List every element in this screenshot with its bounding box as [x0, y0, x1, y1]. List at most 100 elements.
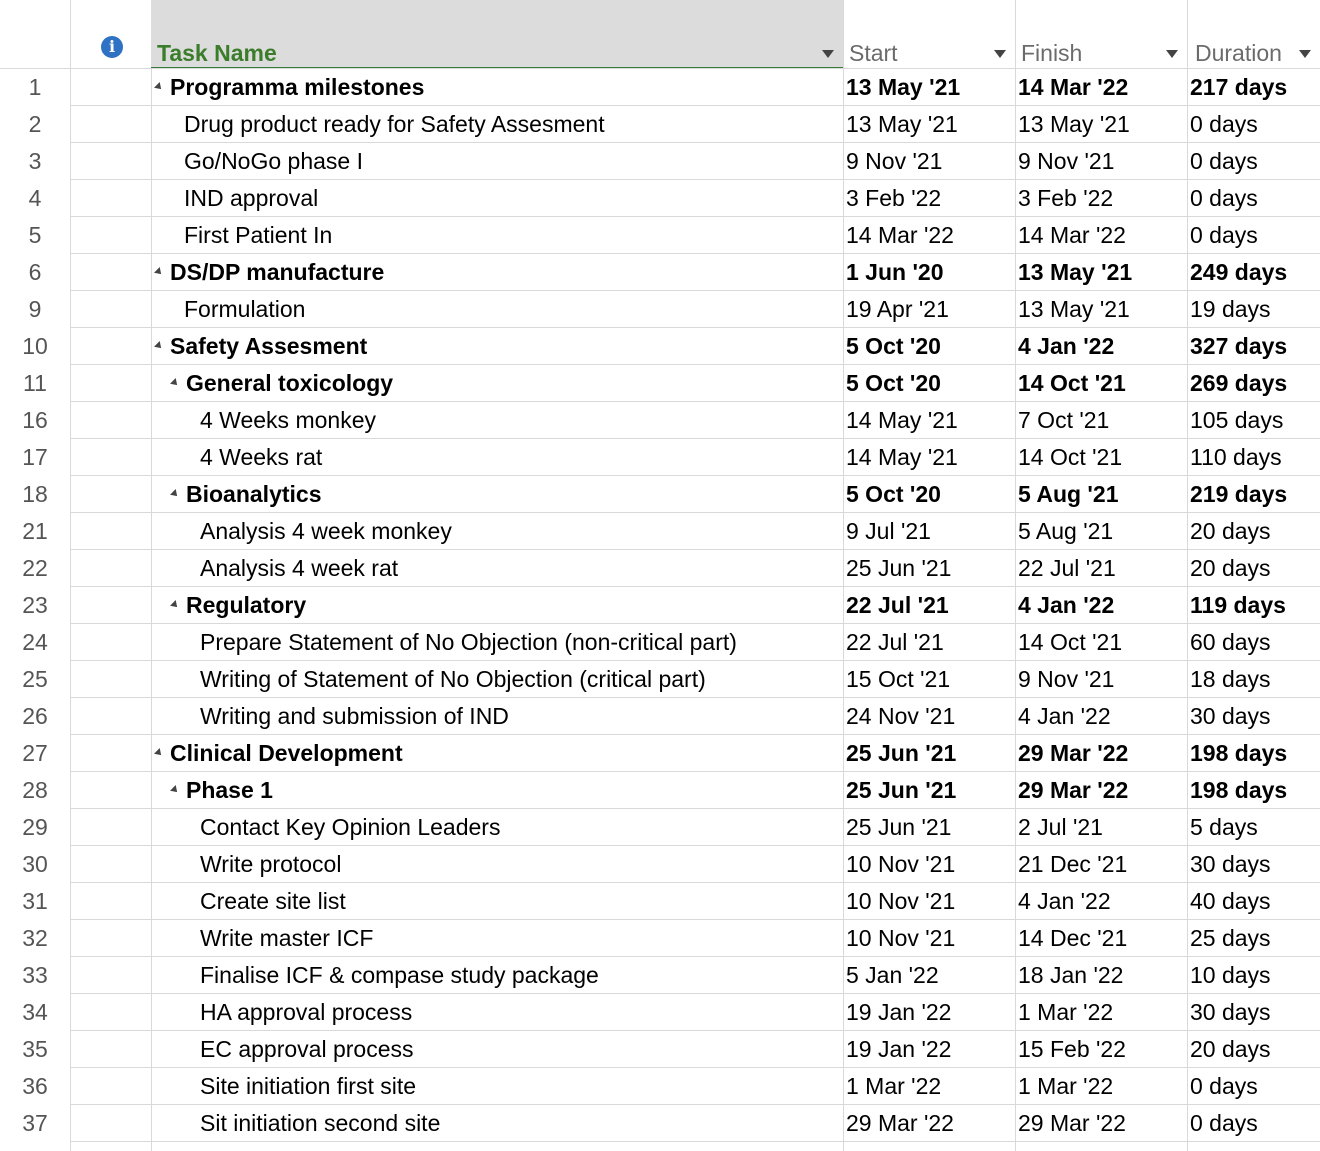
duration-cell[interactable]: 198 days — [1187, 772, 1320, 809]
start-date-cell[interactable]: 5 Jan '22 — [843, 957, 1015, 994]
task-row[interactable]: 29 Contact Key Opinion Leaders 25 Jun '21 2… — [0, 809, 1320, 846]
start-date-cell[interactable]: 5 Oct '20 — [843, 476, 1015, 513]
row-id[interactable]: 29 — [0, 809, 70, 846]
finish-date-cell[interactable]: 13 May '21 — [1015, 254, 1187, 291]
duration-cell[interactable]: 30 days — [1187, 994, 1320, 1031]
task-row[interactable]: 33 Finalise ICF & compase study package 5 … — [0, 957, 1320, 994]
summary-task-row[interactable]: 27 Clinical Development 25 Jun '21 29 Mar '… — [0, 735, 1320, 772]
start-date-cell[interactable]: 15 Oct '21 — [843, 661, 1015, 698]
start-date-cell[interactable]: 22 Jul '21 — [843, 624, 1015, 661]
collapse-triangle-icon[interactable] — [154, 81, 164, 92]
row-id[interactable]: 25 — [0, 661, 70, 698]
task-name-cell[interactable]: IND approval — [151, 180, 843, 217]
start-date-cell[interactable]: 10 Nov '21 — [843, 920, 1015, 957]
task-name-cell[interactable]: Go/NoGo phase I — [151, 143, 843, 180]
task-row[interactable]: 25 Writing of Statement of No Objection (… — [0, 661, 1320, 698]
task-name-cell[interactable]: General toxicology — [151, 365, 843, 402]
task-row[interactable]: 21 Analysis 4 week monkey 9 Jul '21 5 Aug '… — [0, 513, 1320, 550]
row-id[interactable]: 9 — [0, 291, 70, 328]
duration-cell[interactable]: 18 days — [1187, 661, 1320, 698]
task-row[interactable]: 31 Create site list 10 Nov '21 4 Jan '22 40 … — [0, 883, 1320, 920]
row-id[interactable]: 22 — [0, 550, 70, 587]
task-name-cell[interactable]: DS/DP manufacture — [151, 254, 843, 291]
summary-task-row[interactable]: 10 Safety Assesment 5 Oct '20 4 Jan '22 327 … — [0, 328, 1320, 365]
finish-date-cell[interactable]: 14 Oct '21 — [1015, 439, 1187, 476]
duration-cell[interactable]: 0 days — [1187, 180, 1320, 217]
summary-task-row[interactable]: 23 Regulatory 22 Jul '21 4 Jan '22 119 days — [0, 587, 1320, 624]
row-id[interactable]: 37 — [0, 1105, 70, 1142]
finish-date-cell[interactable]: 4 Jan '22 — [1015, 587, 1187, 624]
task-name-header[interactable]: Task Name — [157, 38, 277, 68]
duration-cell[interactable]: 249 days — [1187, 254, 1320, 291]
task-row[interactable]: 30 Write protocol 10 Nov '21 21 Dec '21 30 d… — [0, 846, 1320, 883]
duration-cell[interactable]: 105 days — [1187, 402, 1320, 439]
row-id[interactable]: 17 — [0, 439, 70, 476]
task-name-cell[interactable]: Analysis 4 week monkey — [151, 513, 843, 550]
task-name-cell[interactable]: Programma milestones — [151, 69, 843, 106]
row-id[interactable]: 6 — [0, 254, 70, 291]
info-icon[interactable]: i — [101, 36, 123, 58]
task-row[interactable]: 3 Go/NoGo phase I9 Nov '21 9 Nov '21 0 days — [0, 143, 1320, 180]
start-date-cell[interactable]: 29 Mar '22 — [843, 1105, 1015, 1142]
start-date-cell[interactable]: 19 Jan '22 — [843, 994, 1015, 1031]
task-name-cell[interactable]: Bioanalytics — [151, 476, 843, 513]
summary-task-row[interactable]: 18 Bioanalytics 5 Oct '20 5 Aug '21 219 days — [0, 476, 1320, 513]
task-name-cell[interactable]: Sit initiation second site — [151, 1105, 843, 1142]
collapse-triangle-icon[interactable] — [170, 784, 180, 795]
task-row[interactable]: 34 HA approval process 19 Jan '22 1 Mar '22… — [0, 994, 1320, 1031]
start-date-cell[interactable]: 13 May '21 — [843, 69, 1015, 106]
collapse-triangle-icon[interactable] — [154, 266, 164, 277]
start-date-cell[interactable]: 3 Feb '22 — [843, 180, 1015, 217]
start-date-cell[interactable]: 25 Jun '21 — [843, 550, 1015, 587]
finish-date-cell[interactable]: 5 Aug '21 — [1015, 476, 1187, 513]
finish-date-cell[interactable]: 2 Jul '21 — [1015, 809, 1187, 846]
finish-date-cell[interactable]: 4 Jan '22 — [1015, 698, 1187, 735]
task-name-cell[interactable]: Contact Key Opinion Leaders — [151, 809, 843, 846]
task-row[interactable]: 17 4 Weeks rat 14 May '21 14 Oct '21 110 day… — [0, 439, 1320, 476]
start-date-cell[interactable]: 9 Nov '21 — [843, 143, 1015, 180]
finish-date-cell[interactable]: 14 Mar '22 — [1015, 217, 1187, 254]
task-name-cell[interactable]: Write protocol — [151, 846, 843, 883]
row-id[interactable]: 10 — [0, 328, 70, 365]
finish-date-cell[interactable]: 3 Feb '22 — [1015, 180, 1187, 217]
start-date-cell[interactable]: 10 Nov '21 — [843, 846, 1015, 883]
row-id[interactable]: 18 — [0, 476, 70, 513]
row-id[interactable]: 5 — [0, 217, 70, 254]
summary-task-row[interactable]: 11 General toxicology 5 Oct '20 14 Oct '21 2… — [0, 365, 1320, 402]
duration-cell[interactable]: 20 days — [1187, 1031, 1320, 1068]
duration-cell[interactable]: 10 days — [1187, 957, 1320, 994]
finish-date-cell[interactable]: 13 May '21 — [1015, 291, 1187, 328]
row-id[interactable]: 34 — [0, 994, 70, 1031]
finish-date-cell[interactable]: 4 Jan '22 — [1015, 883, 1187, 920]
task-row[interactable]: 22 Analysis 4 week rat 25 Jun '21 22 Jul '2… — [0, 550, 1320, 587]
row-id[interactable]: 32 — [0, 920, 70, 957]
duration-header[interactable]: Duration — [1195, 38, 1282, 68]
duration-cell[interactable]: 60 days — [1187, 624, 1320, 661]
row-id[interactable]: 24 — [0, 624, 70, 661]
task-row[interactable]: 24 Prepare Statement of No Objection (non… — [0, 624, 1320, 661]
task-name-cell[interactable]: Finalise ICF & compase study package — [151, 957, 843, 994]
duration-cell[interactable]: 327 days — [1187, 328, 1320, 365]
finish-date-cell[interactable]: 29 Mar '22 — [1015, 735, 1187, 772]
start-header[interactable]: Start — [849, 38, 898, 68]
row-id[interactable]: 23 — [0, 587, 70, 624]
row-id[interactable]: 16 — [0, 402, 70, 439]
task-name-cell[interactable]: Safety Assesment — [151, 328, 843, 365]
finish-date-cell[interactable]: 14 Oct '21 — [1015, 365, 1187, 402]
task-row[interactable]: 36 Site initiation first site 1 Mar '22 1 M… — [0, 1068, 1320, 1105]
finish-date-cell[interactable]: 21 Dec '21 — [1015, 846, 1187, 883]
duration-cell[interactable]: 0 days — [1187, 1068, 1320, 1105]
duration-cell[interactable]: 217 days — [1187, 69, 1320, 106]
task-name-cell[interactable]: Writing and submission of IND — [151, 698, 843, 735]
task-name-cell[interactable]: 4 Weeks monkey — [151, 402, 843, 439]
start-date-cell[interactable]: 1 Jun '20 — [843, 254, 1015, 291]
start-filter-dropdown-icon[interactable] — [994, 50, 1006, 58]
summary-task-row[interactable]: 1 Programma milestones 13 May '21 14 Mar '2… — [0, 69, 1320, 106]
row-id[interactable]: 26 — [0, 698, 70, 735]
task-name-cell[interactable]: Analysis 4 week rat — [151, 550, 843, 587]
duration-cell[interactable]: 19 days — [1187, 291, 1320, 328]
duration-cell[interactable]: 30 days — [1187, 846, 1320, 883]
task-row[interactable]: 5 First Patient In 14 Mar '22 14 Mar '22 0 d… — [0, 217, 1320, 254]
task-name-cell[interactable]: Clinical Development — [151, 735, 843, 772]
finish-date-cell[interactable]: 13 May '21 — [1015, 106, 1187, 143]
